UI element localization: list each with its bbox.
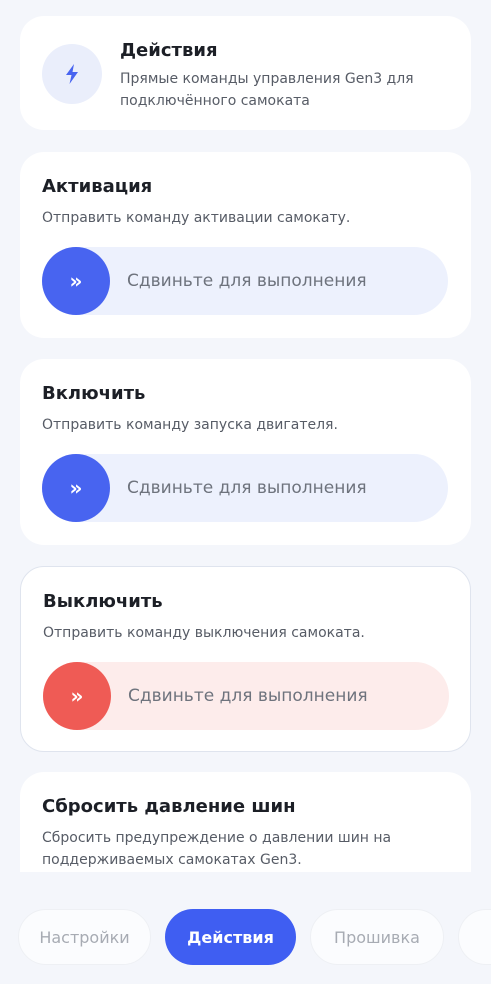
- slider-label: Сдвиньте для выполнения: [128, 686, 368, 706]
- page-subtitle: Прямые команды управления Gen3 для подкл…: [120, 71, 414, 109]
- power-off-card: Выключить Отправить команду выключения с…: [20, 566, 471, 752]
- page-title: Действия: [120, 40, 218, 61]
- double-chevron-right-icon: »: [69, 476, 83, 500]
- nav-tab-settings[interactable]: Настройки: [18, 909, 151, 965]
- power-on-slider[interactable]: » Сдвиньте для выполнения: [42, 454, 448, 522]
- power-off-title: Выключить: [43, 591, 163, 612]
- slider-handle[interactable]: »: [43, 662, 111, 730]
- actions-screen: Действия Прямые команды управления Gen3 …: [0, 0, 491, 984]
- nav-tab-label: Прошивка: [334, 927, 420, 947]
- nav-tab-actions[interactable]: Действия: [165, 909, 296, 965]
- power-off-slider[interactable]: » Сдвиньте для выполнения: [43, 662, 449, 730]
- nav-tab-firmware[interactable]: Прошивка: [310, 909, 444, 965]
- lightning-icon: [42, 44, 102, 104]
- slider-handle[interactable]: »: [42, 454, 110, 522]
- power-on-title: Включить: [42, 383, 146, 404]
- tire-pressure-title: Сбросить давление шин: [42, 796, 296, 817]
- activation-description: Отправить команду активации самокату.: [42, 210, 351, 226]
- nav-tab-label: Действия: [187, 927, 274, 947]
- slider-label: Сдвиньте для выполнения: [127, 271, 367, 291]
- nav-tab-label: Настройки: [39, 927, 130, 947]
- double-chevron-right-icon: »: [69, 269, 83, 293]
- actions-header-card: Действия Прямые команды управления Gen3 …: [20, 16, 471, 130]
- slider-label: Сдвиньте для выполнения: [127, 478, 367, 498]
- tire-pressure-description: Сбросить предупреждение о давлении шин н…: [42, 830, 392, 868]
- slider-handle[interactable]: »: [42, 247, 110, 315]
- activation-card: Активация Отправить команду активации са…: [20, 152, 471, 338]
- activation-slider[interactable]: » Сдвиньте для выполнения: [42, 247, 448, 315]
- power-on-card: Включить Отправить команду запуска двига…: [20, 359, 471, 545]
- power-off-description: Отправить команду выключения самоката.: [43, 625, 365, 641]
- power-on-description: Отправить команду запуска двигателя.: [42, 417, 338, 433]
- activation-title: Активация: [42, 176, 153, 197]
- double-chevron-right-icon: »: [70, 684, 84, 708]
